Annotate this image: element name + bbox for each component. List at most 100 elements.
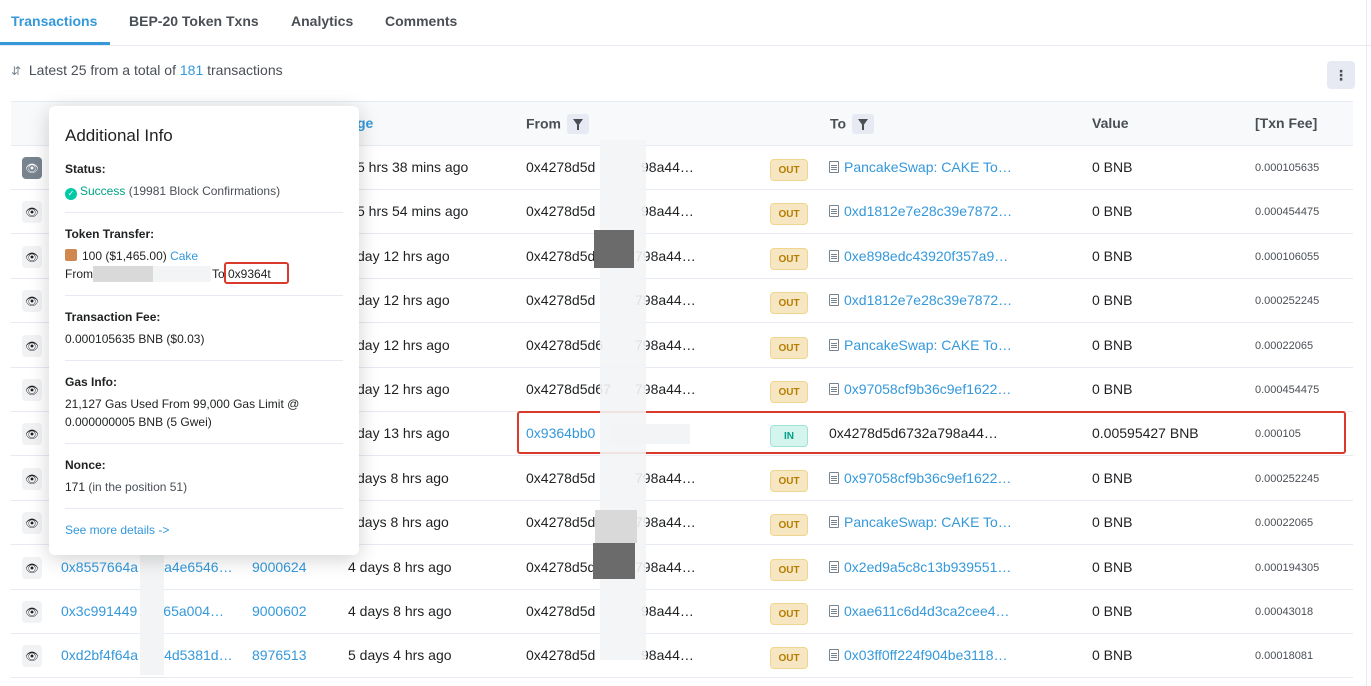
eye-icon[interactable]: 👁 [22, 645, 42, 667]
tab-analytics[interactable]: Analytics [291, 13, 353, 29]
eye-icon[interactable]: 👁 [22, 601, 42, 623]
block-link[interactable]: 9000602 [252, 603, 307, 619]
eye-icon[interactable]: 👁 [22, 201, 42, 223]
document-icon [829, 294, 839, 306]
txn-fee-cell: 0.000252245 [1255, 295, 1320, 307]
additional-info-popup: Additional Info Status: ✓ Success (19981 … [49, 106, 359, 555]
value-cell: 0 BNB [1092, 292, 1133, 308]
eye-icon[interactable]: 👁 [22, 423, 42, 445]
age-cell: days 8 hrs ago [357, 514, 449, 530]
value-cell: 0 BNB [1092, 248, 1133, 264]
direction-badge: OUT [770, 647, 808, 669]
document-icon [829, 383, 839, 395]
to-address-link[interactable]: 0xd1812e7e28c39e7872… [829, 203, 1012, 219]
to-address-link[interactable]: 0xae611c6d4d3ca2cee4… [829, 603, 1010, 619]
value-cell: 0 BNB [1092, 203, 1133, 219]
txn-fee-cell: 0.00018081 [1255, 650, 1314, 662]
filter-icon[interactable] [567, 114, 589, 134]
redaction-blur [153, 266, 211, 282]
to-address-link[interactable]: 0xd1812e7e28c39e7872… [829, 292, 1012, 308]
txn-fee-cell: 0.000106055 [1255, 251, 1320, 263]
nonce-label: Nonce: [65, 458, 106, 472]
sort-icon: ⇵ [11, 64, 22, 78]
from-address: 0x4278d5d [526, 603, 596, 619]
table-row: 👁 0xd2bf4f64a 4d5381d… 8976513 5 days 4 hrs … [11, 634, 1353, 678]
from-address: 0x4278d5d [526, 159, 596, 175]
txn-fee-cell: 0.000252245 [1255, 473, 1320, 485]
eye-icon[interactable]: 👁 [22, 512, 42, 534]
document-icon [829, 161, 839, 173]
tab-transactions[interactable]: Transactions [11, 13, 97, 29]
direction-badge: OUT [770, 381, 808, 403]
token-transfer-amount: 100 ($1,465.00) Cake [65, 249, 198, 263]
nonce-value: 171 (in the position 51) [65, 480, 188, 494]
column-from: From [526, 114, 589, 135]
eye-icon[interactable]: 👁 [22, 290, 42, 312]
txn-fee-cell: 0.000454475 [1255, 206, 1320, 218]
token-link[interactable]: Cake [170, 249, 198, 263]
direction-badge: OUT [770, 248, 808, 270]
txn-fee-cell: 0.00022065 [1255, 340, 1314, 352]
txn-fee-cell: 0.000454475 [1255, 384, 1320, 396]
active-tab-indicator [0, 42, 110, 45]
token-transfer-from: From [65, 267, 93, 281]
eye-icon[interactable]: 👁 [22, 246, 42, 268]
document-icon [829, 605, 839, 617]
eye-icon[interactable]: 👁 [22, 335, 42, 357]
to-address-link[interactable]: 0x03ff0ff224f904be3118… [829, 647, 1007, 663]
to-address-link[interactable]: PancakeSwap: CAKE To… [829, 159, 1012, 175]
filter-icon[interactable] [852, 114, 875, 134]
eye-icon[interactable]: 👁 [22, 557, 42, 579]
document-icon [829, 649, 839, 661]
tab-bep20-token-txns[interactable]: BEP-20 Token Txns [129, 13, 259, 29]
cake-token-icon [65, 249, 77, 261]
table-row: 👁 0x3c991449 65a004… 9000602 4 days 8 hrs ag… [11, 590, 1353, 634]
block-link[interactable]: 9000624 [252, 559, 307, 575]
age-cell: day 13 hrs ago [357, 425, 450, 441]
from-address: 0x4278d5d6 [526, 337, 604, 353]
to-address-link[interactable]: 0xe898edc43920f357a9… [829, 248, 1008, 264]
redaction-blur [610, 424, 690, 444]
to-address-link[interactable]: 0x2ed9a5c8c13b939551… [829, 559, 1011, 575]
to-address-link[interactable]: 0x97058cf9b36c9ef1622… [829, 381, 1011, 397]
age-cell: day 12 hrs ago [357, 292, 450, 308]
column-age[interactable]: ge [357, 115, 373, 131]
tab-comments[interactable]: Comments [385, 13, 457, 29]
to-address-link[interactable]: 0x97058cf9b36c9ef1622… [829, 470, 1011, 486]
document-icon [829, 561, 839, 573]
total-count-link[interactable]: 181 [180, 62, 203, 78]
direction-badge: OUT [770, 470, 808, 492]
block-link[interactable]: 8976513 [252, 647, 307, 663]
column-txn-fee[interactable]: [Txn Fee] [1255, 115, 1317, 131]
direction-badge: OUT [770, 159, 808, 181]
transactions-summary: ⇵ Latest 25 from a total of 181 transact… [11, 62, 283, 78]
redaction-blur [594, 230, 634, 268]
tab-bar: Transactions BEP-20 Token Txns Analytics… [0, 0, 1371, 46]
to-address-link[interactable]: PancakeSwap: CAKE To… [829, 337, 1012, 353]
direction-badge: OUT [770, 603, 808, 625]
txn-fee-cell: 0.000105635 [1255, 162, 1320, 174]
from-address-tail: 98a44… [641, 159, 694, 175]
eye-icon[interactable]: 👁 [22, 379, 42, 401]
transaction-fee-value: 0.000105635 BNB ($0.03) [65, 332, 205, 346]
document-icon [829, 250, 839, 262]
age-cell: day 12 hrs ago [357, 337, 450, 353]
age-cell: 4 days 8 hrs ago [348, 603, 452, 619]
direction-badge: OUT [770, 203, 808, 225]
divider [65, 508, 343, 509]
redaction-blur [93, 266, 153, 282]
see-more-details-link[interactable]: See more details -> [65, 523, 169, 537]
age-cell: 5 hrs 54 mins ago [357, 203, 469, 219]
from-address: 0x4278d5d [526, 248, 596, 264]
more-options-button[interactable]: ⋮ [1327, 61, 1355, 89]
to-address-link[interactable]: PancakeSwap: CAKE To… [829, 514, 1012, 530]
from-address-tail: 98a44… [641, 203, 694, 219]
popup-title: Additional Info [65, 126, 173, 145]
from-address-tail: 98a44… [641, 603, 694, 619]
highlight-to-address [224, 262, 289, 284]
txn-fee-cell: 0.00022065 [1255, 517, 1314, 529]
eye-icon[interactable]: 👁 [22, 157, 42, 179]
from-address: 0x4278d5d [526, 203, 596, 219]
eye-icon[interactable]: 👁 [22, 468, 42, 490]
column-value: Value [1092, 115, 1129, 131]
